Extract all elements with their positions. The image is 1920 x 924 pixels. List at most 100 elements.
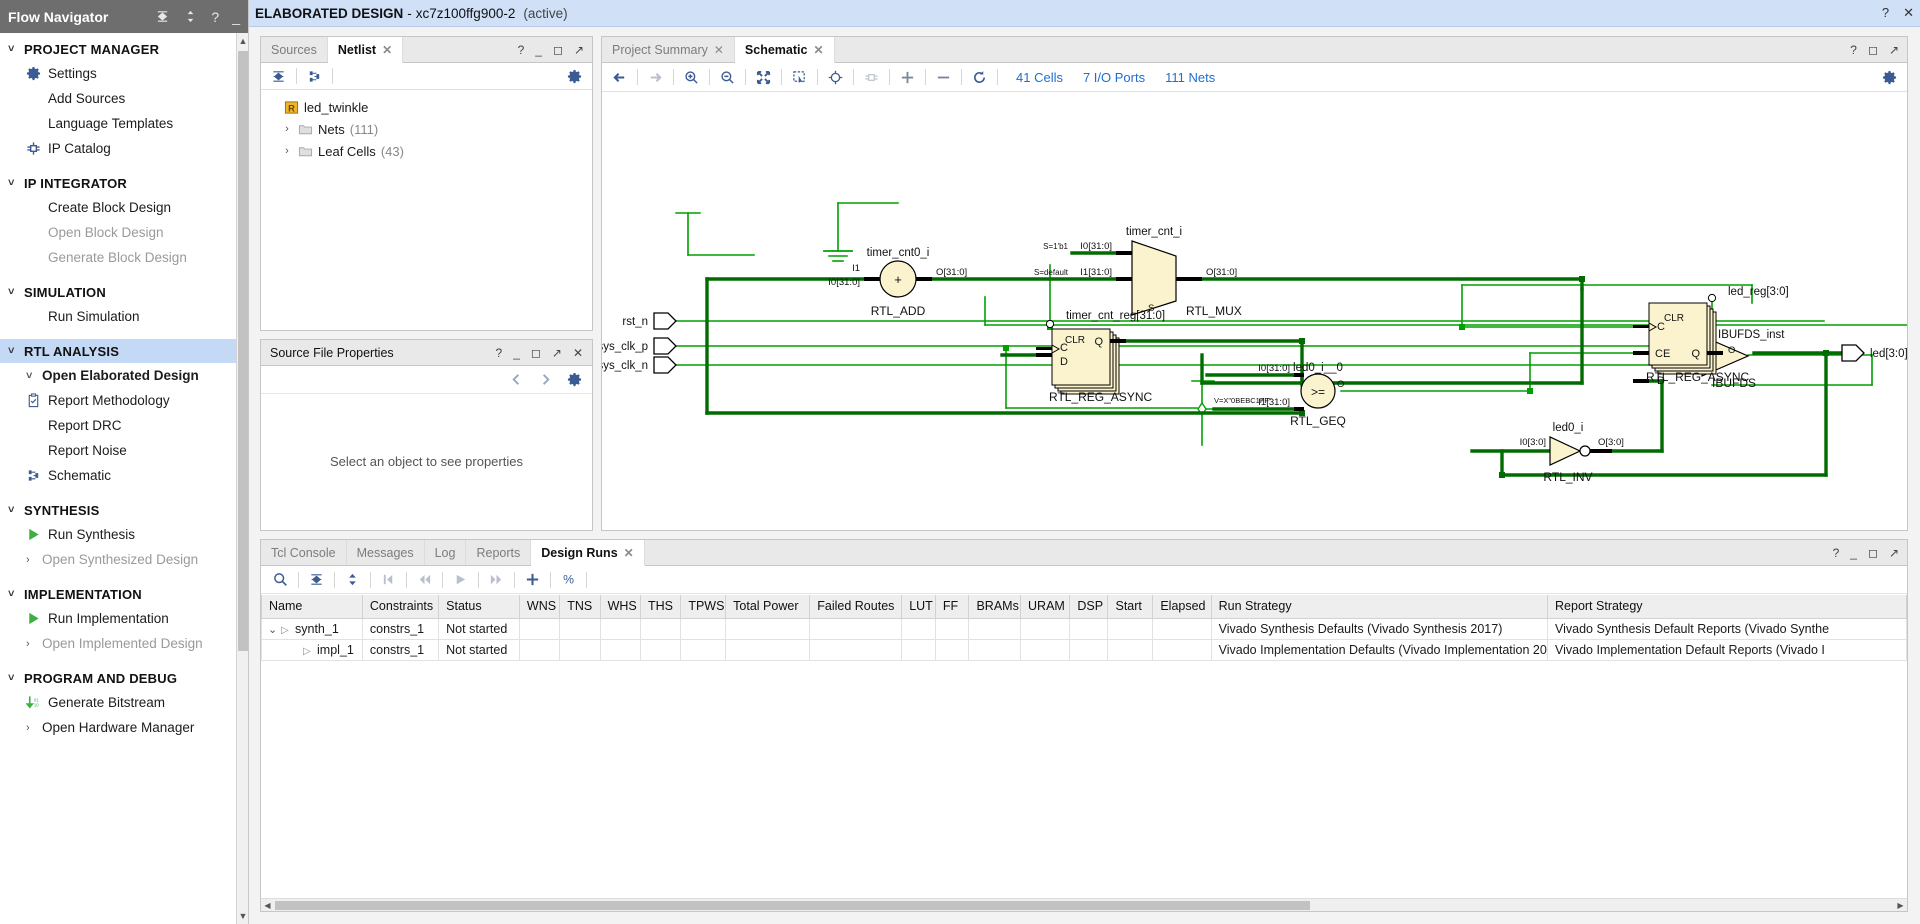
nav-group-implementation[interactable]: ˅ IMPLEMENTATION [0,582,236,606]
chevron-down-icon[interactable]: ˅ [26,370,42,382]
sidebar-item-open-hardware-manager[interactable]: › Open Hardware Manager [0,715,236,740]
chevron-right-icon[interactable]: › [26,722,42,734]
forward-arrow-icon[interactable] [538,372,553,387]
back-icon[interactable] [608,67,631,88]
cell-icon[interactable] [860,67,883,88]
tab-reports[interactable]: Reports [466,540,532,565]
expand-all-icon[interactable] [341,569,364,590]
sidebar-item-generate-block-design[interactable]: Generate Block Design [0,245,236,270]
close-icon[interactable]: ✕ [573,346,583,360]
tab-tcl-console[interactable]: Tcl Console [261,540,347,565]
minimize-icon[interactable]: _ [232,9,240,25]
sidebar-item-open-synthesized-design[interactable]: › Open Synthesized Design [0,547,236,572]
sidebar-item-report-methodology[interactable]: Report Methodology [0,388,236,413]
float-icon[interactable]: ↗ [574,43,584,57]
close-icon[interactable]: ✕ [714,43,724,57]
col-header-whs[interactable]: WHS [599,595,641,619]
tab-netlist[interactable]: Netlist ✕ [327,37,404,63]
tab-log[interactable]: Log [425,540,467,565]
forward-icon[interactable] [644,67,667,88]
col-header-tpws[interactable]: TPWS [680,595,727,619]
float-icon[interactable]: ↗ [552,346,562,360]
chevron-down-icon[interactable]: ˅ [8,588,24,600]
table-row[interactable]: ▷ impl_1 constrs_1 Not started Vivado Implem… [261,638,1907,661]
col-header-total-power[interactable]: Total Power [725,595,811,619]
sidebar-item-report-drc[interactable]: Report DRC [0,413,236,438]
tab-design-runs[interactable]: Design Runs ✕ [531,540,645,566]
close-icon[interactable]: ✕ [624,546,634,560]
col-header-elapsed[interactable]: Elapsed [1152,595,1212,619]
collapse-all-icon[interactable] [305,569,328,590]
sidebar-item-open-implemented-design[interactable]: › Open Implemented Design [0,631,236,656]
stat-io-ports[interactable]: 7 I/O Ports [1083,70,1145,85]
expand-collapse-icon[interactable] [183,9,198,24]
sidebar-item-generate-bitstream[interactable]: 01 10 Generate Bitstream [0,690,236,715]
col-header-constraints[interactable]: Constraints [361,595,440,619]
minimize-icon[interactable]: _ [1850,546,1857,560]
scrollbar-thumb[interactable] [275,901,1310,910]
col-header-status[interactable]: Status [438,595,520,619]
run-arrow-icon[interactable]: ▷ [303,646,317,657]
col-header-report-strategy[interactable]: Report Strategy [1547,595,1907,619]
sidebar-item-add-sources[interactable]: Add Sources [0,86,236,111]
cell-timer_cnt_i[interactable]: timer_cnt_i RTL_MUX I0[31:0] I1[31:0] S … [1034,226,1242,318]
sidebar-item-ip-catalog[interactable]: IP Catalog [0,136,236,161]
stat-cells[interactable]: 41 Cells [1016,70,1063,85]
sidebar-item-schematic[interactable]: Schematic [0,463,236,488]
col-header-dsp[interactable]: DSP [1069,595,1109,619]
port-sys_clk_n[interactable]: sys_clk_n [602,356,677,374]
settings-gear-icon[interactable] [1878,67,1901,88]
chevron-down-icon[interactable]: ˅ [8,286,24,298]
nav-group-project-manager[interactable]: ˅ PROJECT MANAGER [0,37,236,61]
col-header-start[interactable]: Start [1107,595,1154,619]
help-icon[interactable]: ? [1882,5,1889,21]
close-icon[interactable]: ✕ [813,43,823,57]
zoom-selection-icon[interactable] [824,67,847,88]
port-sys_clk_p[interactable]: sys_clk_p [602,337,677,355]
sidebar-item-settings[interactable]: Settings [0,61,236,86]
maximize-icon[interactable]: ◻ [1868,43,1878,57]
help-icon[interactable]: ? [518,43,525,57]
sidebar-item-language-templates[interactable]: Language Templates [0,111,236,136]
col-header-ff[interactable]: FF [934,595,970,619]
nav-group-program-and-debug[interactable]: ˅ PROGRAM AND DEBUG [0,666,236,690]
stat-nets[interactable]: 111 Nets [1165,70,1215,85]
design-runs-hscrollbar[interactable]: ◀ ▶ [261,898,1907,911]
zoom-fit-icon[interactable] [752,67,775,88]
collapse-minus-icon[interactable] [932,67,955,88]
nav-group-rtl-analysis[interactable]: ˅ RTL ANALYSIS [0,339,236,363]
close-icon[interactable]: ✕ [1903,5,1914,21]
expand-plus-icon[interactable] [896,67,919,88]
nav-group-ip-integrator[interactable]: ˅ IP INTEGRATOR [0,171,236,195]
help-icon[interactable]: ? [1833,546,1840,560]
zoom-area-icon[interactable] [788,67,811,88]
col-header-brams[interactable]: BRAMs [968,595,1022,619]
close-icon[interactable]: ✕ [382,43,392,57]
minimize-icon[interactable]: _ [535,43,542,57]
float-icon[interactable]: ↗ [1889,546,1899,560]
col-header-wns[interactable]: WNS [518,595,561,619]
col-header-failed-routes[interactable]: Failed Routes [809,595,903,619]
col-header-tns[interactable]: TNS [559,595,601,619]
cell-timer_cnt0_i[interactable]: + timer_cnt0_i RTL_ADD I1 I0[31:0] O[31:… [828,247,967,318]
run-icon[interactable] [449,569,472,590]
chevron-down-icon[interactable]: ˅ [8,504,24,516]
percent-icon[interactable]: % [557,569,580,590]
chevron-down-icon[interactable]: ˅ [8,345,24,357]
run-arrow-icon[interactable]: ▷ [281,625,295,636]
help-icon[interactable]: ? [496,346,503,360]
back-arrow-icon[interactable] [509,372,524,387]
tab-project-summary[interactable]: Project Summary ✕ [602,37,735,62]
help-icon[interactable]: ? [211,9,219,25]
tab-sources[interactable]: Sources [261,37,328,62]
chevron-right-icon[interactable]: › [26,554,42,566]
scroll-down-icon[interactable]: ▼ [237,908,249,924]
scroll-up-icon[interactable]: ▲ [237,33,249,49]
prev-icon[interactable] [413,569,436,590]
collapse-all-icon[interactable] [155,9,170,24]
port-rst_n[interactable]: rst_n [622,312,677,330]
port-led[interactable]: led[3:0] [1841,344,1907,362]
first-icon[interactable] [377,569,400,590]
search-icon[interactable] [269,569,292,590]
netlist-tree-item-led-twinkle[interactable]: Rled_twinkle [267,96,592,118]
